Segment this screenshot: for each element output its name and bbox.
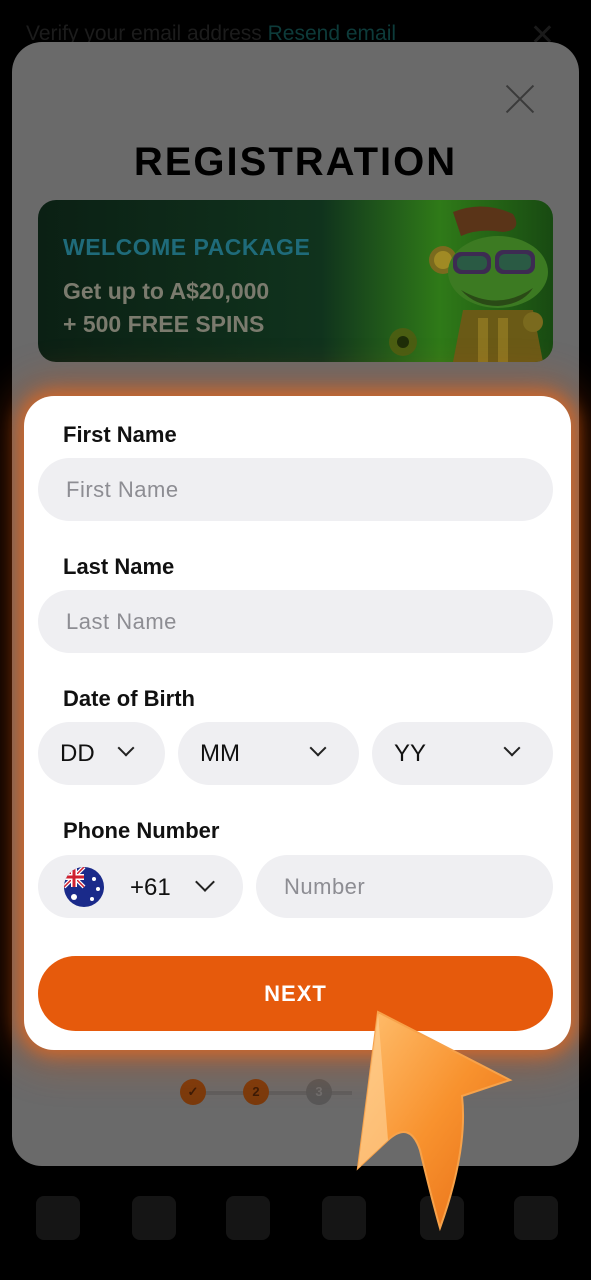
phone-number-input[interactable] [256,855,553,918]
banner-spins-line: + 500 FREE SPINS [63,311,265,337]
nav-home-icon[interactable] [36,1196,80,1240]
last-name-input[interactable] [38,590,553,653]
pointer-arrow-icon [356,1010,513,1232]
nav-support-icon[interactable] [226,1196,270,1240]
dob-label: Date of Birth [63,686,195,711]
country-code-value: +61 [130,874,171,901]
chevron-down-icon [117,739,135,757]
last-name-label: Last Name [63,554,175,579]
chevron-down-icon [195,872,215,892]
chevron-down-icon [503,739,521,757]
dob-day-select[interactable]: DD [38,722,165,785]
phone-label: Phone Number [63,818,220,843]
country-code-select[interactable]: +61 [38,855,243,918]
nav-profile-icon[interactable] [514,1196,558,1240]
australia-flag-icon [64,867,104,907]
dob-year-select[interactable]: YY [372,722,553,785]
first-name-label: First Name [63,422,177,447]
banner-bonus-line: Get up to A$20,000 [63,278,270,304]
first-name-input[interactable] [38,458,553,521]
frog-mascot-icon [389,206,548,362]
step-1-check-icon: ✓ [180,1079,206,1105]
banner-title: WELCOME PACKAGE [63,234,311,260]
chevron-down-icon [309,739,327,757]
step-3: 3 [306,1079,332,1105]
dob-month-value: MM [200,740,240,767]
welcome-banner: WELCOME PACKAGE Get up to A$20,000 + 500… [38,200,553,362]
dob-day-value: DD [60,740,95,767]
dob-month-select[interactable]: MM [178,722,359,785]
dob-year-value: YY [394,740,427,767]
modal-title: REGISTRATION [133,140,458,184]
close-icon[interactable] [505,84,535,114]
registration-form-card: First Name Last Name Date of Birth DD MM… [24,396,571,1050]
nav-promo-icon[interactable] [132,1196,176,1240]
step-2: 2 [243,1079,269,1105]
